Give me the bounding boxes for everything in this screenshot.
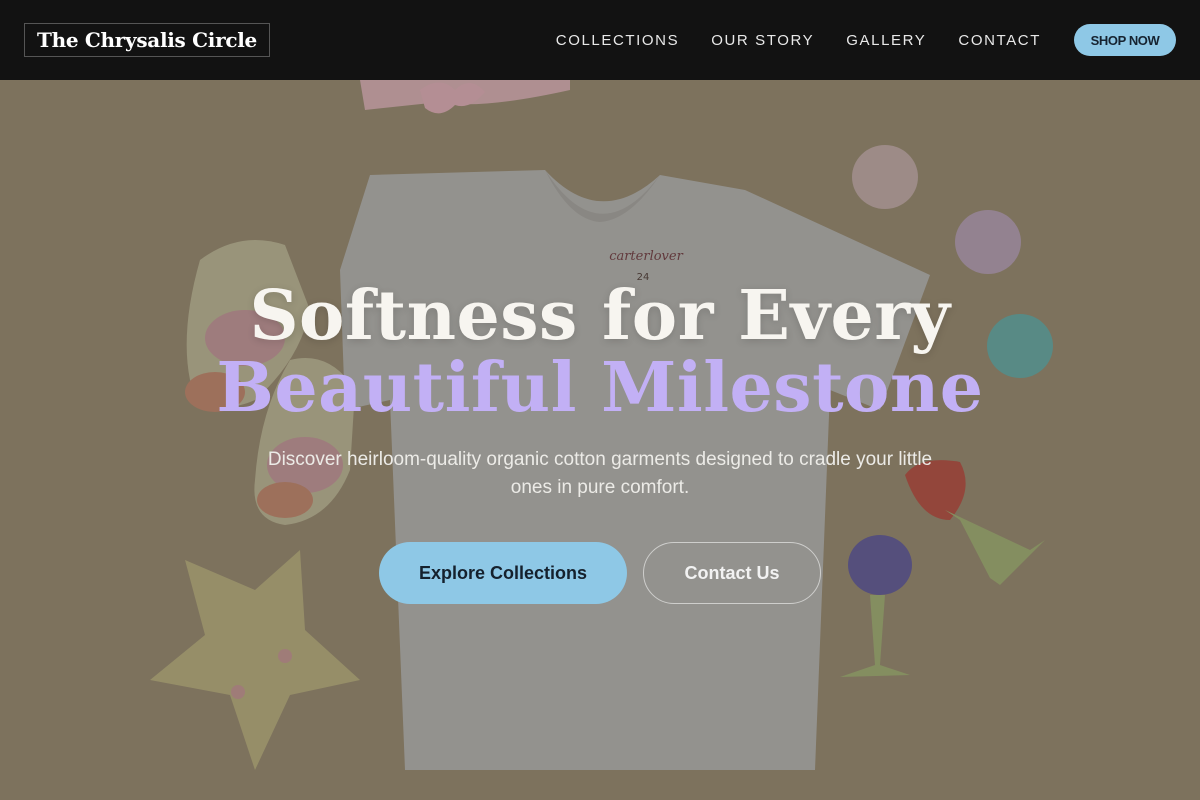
hero-headline-line1: Softness for Every	[249, 276, 951, 356]
hero-headline-line2: Beautiful Milestone	[216, 348, 984, 428]
site-header: The Chrysalis Circle COLLECTIONS OUR STO…	[0, 0, 1200, 80]
nav-link-collections[interactable]: COLLECTIONS	[556, 32, 679, 49]
hero-content: Softness for Every Beautiful Milestone D…	[0, 80, 1200, 800]
explore-collections-button[interactable]: Explore Collections	[379, 542, 627, 604]
nav-link-our-story[interactable]: OUR STORY	[711, 32, 814, 49]
hero-section: carterlover 24 Softness for Every Beauti…	[0, 80, 1200, 800]
nav-link-gallery[interactable]: GALLERY	[846, 32, 926, 49]
site-logo[interactable]: The Chrysalis Circle	[24, 23, 270, 57]
main-nav: COLLECTIONS OUR STORY GALLERY CONTACT SH…	[556, 24, 1176, 56]
hero-subtitle: Discover heirloom-quality organic cotton…	[267, 449, 933, 498]
shop-now-button[interactable]: SHOP NOW	[1074, 24, 1176, 56]
contact-us-button[interactable]: Contact Us	[643, 542, 821, 604]
nav-link-contact[interactable]: CONTACT	[958, 32, 1041, 49]
